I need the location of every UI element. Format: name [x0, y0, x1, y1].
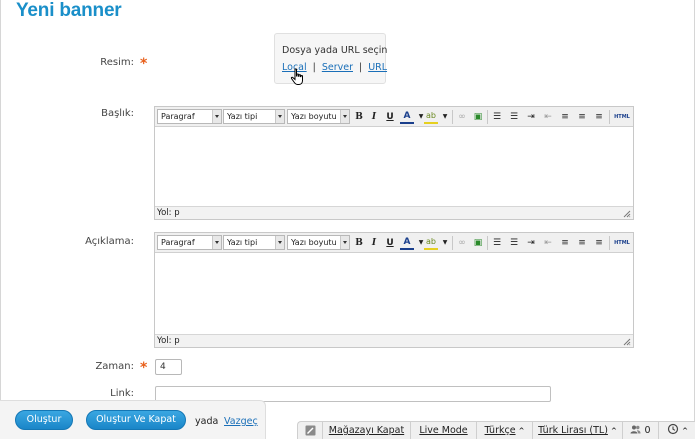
format-select[interactable]: Paragraf	[157, 109, 222, 124]
create-and-close-button[interactable]: Oluştur Ve Kapat	[86, 410, 186, 430]
link-label: Link:	[110, 388, 134, 399]
title-editor-toolbar: Paragraf Yazı tipi Yazı boyutu B I U A ▼…	[155, 107, 633, 127]
chevron-up-icon: ^	[518, 427, 525, 435]
toolbar-divider	[452, 236, 453, 250]
indent-icon[interactable]: ⇥	[524, 110, 538, 124]
history-icon	[667, 423, 679, 435]
text-color-icon[interactable]: A	[400, 236, 414, 250]
align-center-icon[interactable]: ≡	[575, 236, 589, 250]
font-select[interactable]: Yazı tipi	[223, 235, 285, 250]
edit-icon[interactable]	[298, 422, 322, 439]
url-option-link[interactable]: URL	[368, 62, 387, 73]
chevron-down-icon	[275, 236, 284, 249]
highlight-color-icon[interactable]: ab	[424, 110, 438, 124]
time-label: Zaman:	[95, 361, 134, 372]
create-button[interactable]: Oluştur	[15, 410, 73, 430]
chevron-down-icon	[340, 236, 349, 249]
history-menu[interactable]: ^	[658, 422, 695, 439]
users-icon	[630, 425, 641, 434]
description-editor-textarea[interactable]	[155, 253, 633, 334]
picker-title: Dosya yada URL seçin	[282, 45, 388, 56]
page-title: Yeni banner	[16, 0, 122, 21]
highlight-color-icon[interactable]: ab	[424, 236, 438, 250]
path-text: Yol: p	[157, 336, 180, 346]
font-size-select[interactable]: Yazı boyutu	[287, 235, 350, 250]
cancel-link[interactable]: Vazgeç	[224, 416, 258, 427]
outdent-icon[interactable]: ⇤	[541, 110, 555, 124]
image-icon[interactable]: ▣	[471, 110, 485, 124]
bold-icon[interactable]: B	[352, 236, 366, 250]
align-left-icon[interactable]: ≡	[558, 110, 572, 124]
time-input[interactable]: 4	[155, 359, 182, 375]
link-icon[interactable]: ∞	[455, 236, 469, 250]
unordered-list-icon[interactable]: ☰	[507, 110, 521, 124]
description-editor-toolbar: Paragraf Yazı tipi Yazı boyutu B I U A ▼…	[155, 233, 633, 253]
ordered-list-icon[interactable]: ☰	[490, 110, 504, 124]
italic-icon[interactable]: I	[367, 236, 381, 250]
resize-grip-icon[interactable]	[623, 210, 631, 218]
ordered-list-icon[interactable]: ☰	[490, 236, 504, 250]
close-store-link[interactable]: Mağazayı Kapat	[322, 422, 410, 439]
description-editor: Paragraf Yazı tipi Yazı boyutu B I U A ▼…	[154, 232, 634, 348]
chevron-down-icon[interactable]: ▼	[438, 236, 452, 250]
currency-menu[interactable]: Türk Lirası (TL) ^	[532, 422, 622, 439]
language-menu[interactable]: Türkçe ^	[476, 422, 532, 439]
chevron-up-icon: ^	[682, 427, 688, 435]
bold-icon[interactable]: B	[352, 110, 366, 124]
italic-icon[interactable]: I	[367, 110, 381, 124]
server-option-link[interactable]: Server	[322, 62, 353, 73]
chevron-down-icon	[212, 110, 221, 123]
resize-grip-icon[interactable]	[623, 338, 631, 346]
toolbar-divider	[452, 110, 453, 124]
indent-icon[interactable]: ⇥	[524, 236, 538, 250]
unordered-list-icon[interactable]: ☰	[507, 236, 521, 250]
toolbar-divider	[609, 110, 610, 124]
separator: |	[358, 62, 363, 73]
users-counter[interactable]: 0	[622, 422, 658, 439]
underline-icon[interactable]: U	[383, 110, 397, 124]
description-editor-pathbar: Yol: p	[155, 334, 633, 347]
align-right-icon[interactable]: ≡	[592, 236, 606, 250]
outdent-icon[interactable]: ⇤	[541, 236, 555, 250]
align-left-icon[interactable]: ≡	[558, 236, 572, 250]
toolbar-divider	[487, 236, 488, 250]
chevron-down-icon[interactable]: ▼	[438, 110, 452, 124]
admin-statusbar: Mağazayı Kapat Live Mode Türkçe ^ Türk L…	[297, 421, 695, 439]
chevron-down-icon	[340, 110, 349, 123]
underline-icon[interactable]: U	[383, 236, 397, 250]
toolbar-divider	[487, 110, 488, 124]
link-icon[interactable]: ∞	[455, 110, 469, 124]
toolbar-divider	[609, 236, 610, 250]
separator: |	[312, 62, 316, 73]
title-editor-pathbar: Yol: p	[155, 206, 633, 219]
align-center-icon[interactable]: ≡	[575, 110, 589, 124]
html-source-icon[interactable]: HTML	[613, 110, 631, 124]
chevron-down-icon	[275, 110, 284, 123]
title-label: Başlık:	[101, 108, 134, 119]
font-select[interactable]: Yazı tipi	[223, 109, 285, 124]
title-editor: Paragraf Yazı tipi Yazı boyutu B I U A ▼…	[154, 106, 634, 220]
image-required-mark: *	[140, 56, 148, 72]
chevron-down-icon	[212, 236, 221, 249]
text-color-icon[interactable]: A	[400, 110, 414, 124]
hand-cursor-icon	[290, 68, 303, 85]
chevron-up-icon: ^	[610, 427, 617, 435]
time-required-mark: *	[140, 360, 148, 376]
image-icon[interactable]: ▣	[471, 236, 485, 250]
format-select[interactable]: Paragraf	[157, 235, 222, 250]
font-size-select[interactable]: Yazı boyutu	[287, 109, 350, 124]
description-label: Açıklama:	[85, 236, 134, 247]
or-text: yada	[195, 416, 219, 427]
align-right-icon[interactable]: ≡	[592, 110, 606, 124]
path-text: Yol: p	[157, 208, 180, 218]
image-label: Resim:	[100, 57, 134, 68]
live-mode-link[interactable]: Live Mode	[410, 422, 476, 439]
title-editor-textarea[interactable]	[155, 127, 633, 206]
html-source-icon[interactable]: HTML	[613, 236, 631, 250]
